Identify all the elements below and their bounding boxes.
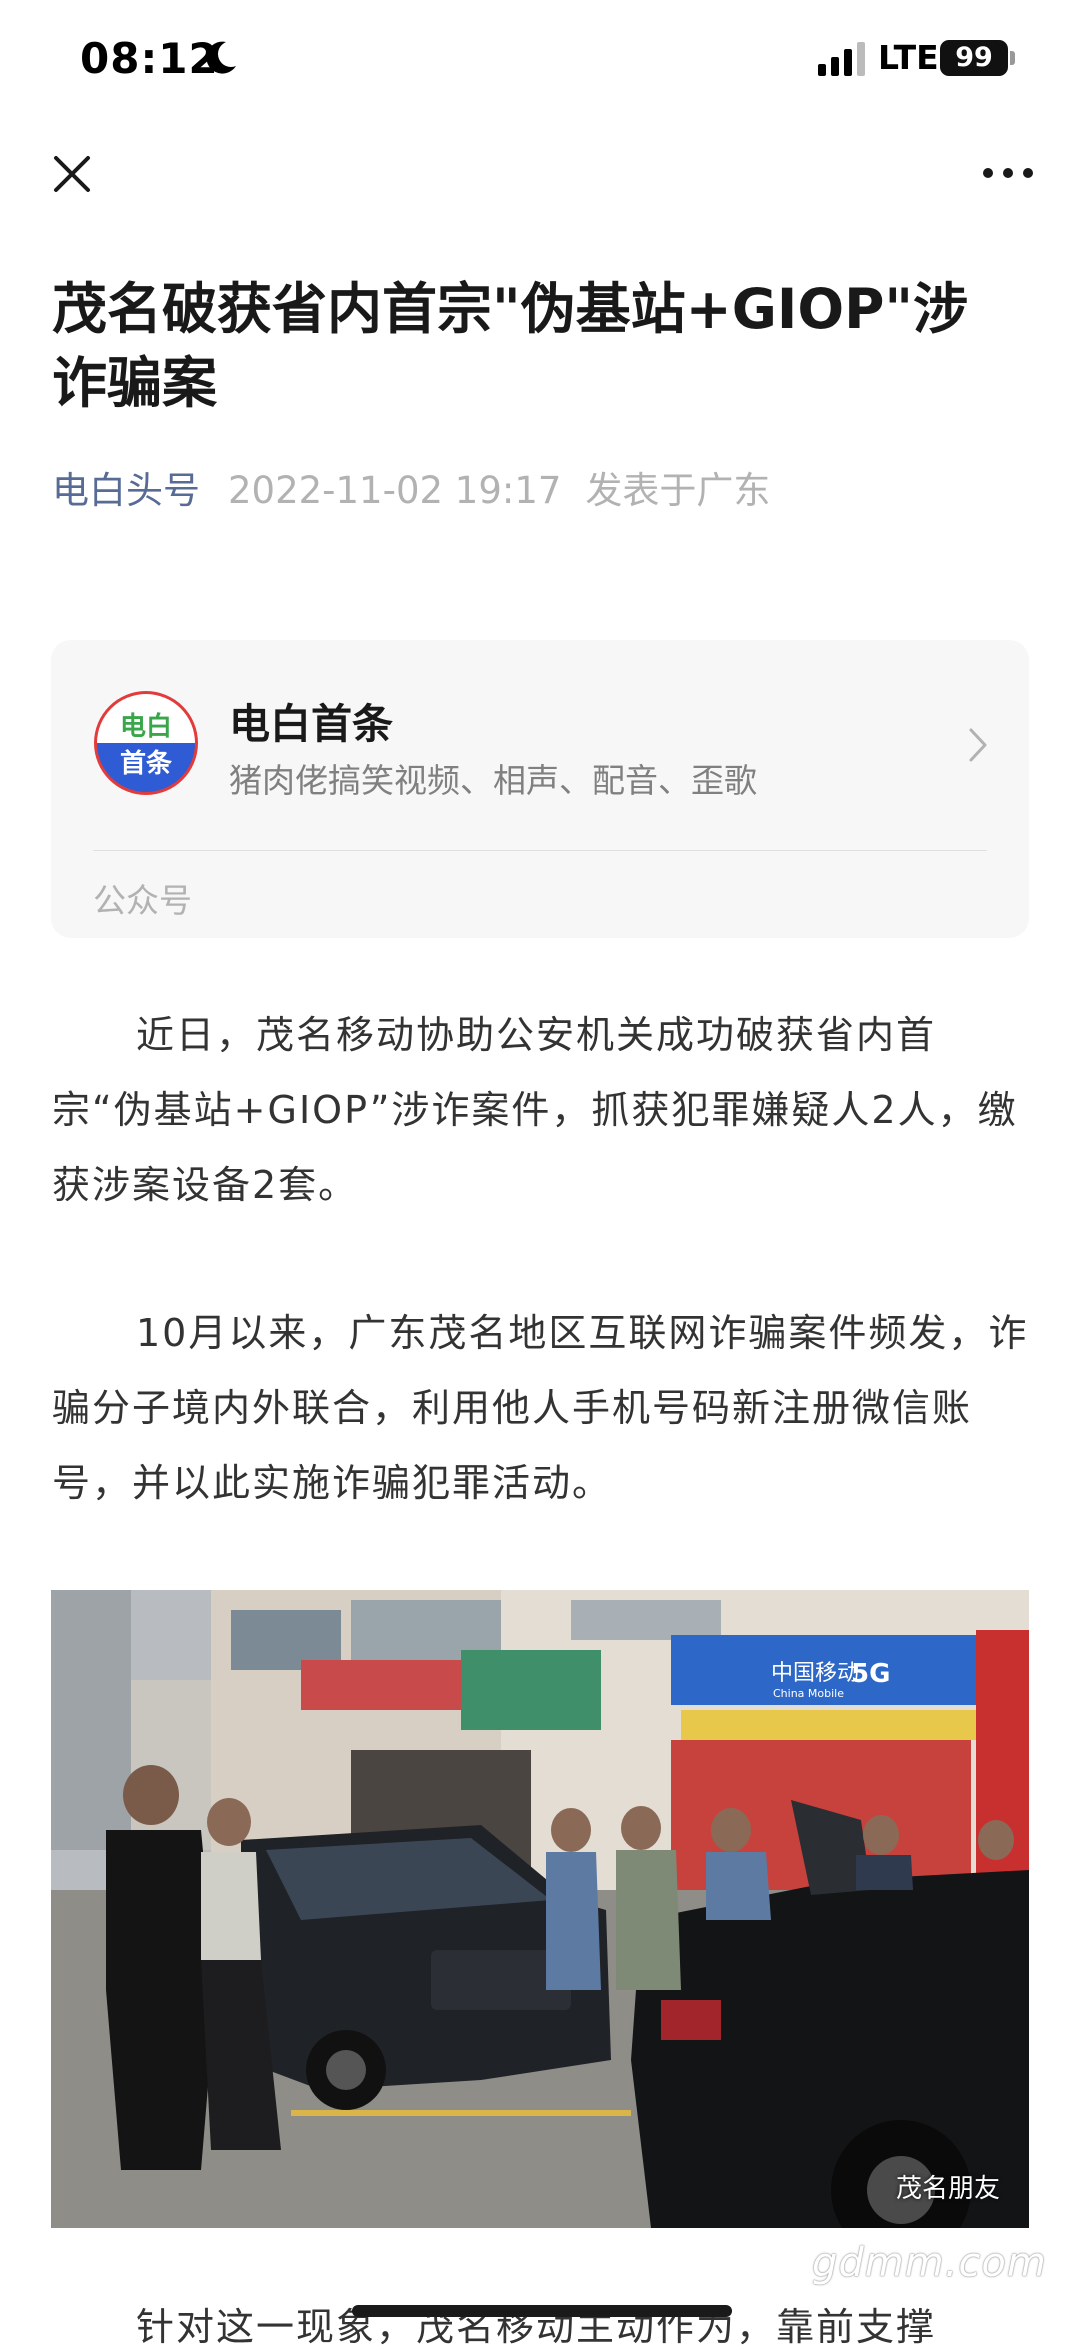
- close-icon[interactable]: [48, 150, 96, 198]
- author-link[interactable]: 电白头号: [52, 469, 200, 512]
- photo-watermark: 茂名朋友: [896, 2174, 1001, 2204]
- signal-icon: [818, 42, 865, 76]
- account-type-label: 公众号: [93, 881, 192, 920]
- battery-icon: 99: [940, 40, 1008, 76]
- logo-text-bottom: 首条: [120, 748, 173, 779]
- chevron-right-icon: [969, 728, 987, 762]
- shop-sign-subtext: China Mobile: [773, 1687, 844, 1700]
- photo-illustration: 中国移动 China Mobile 5G: [51, 1590, 1029, 2228]
- site-watermark: gdmm.com: [812, 2240, 1047, 2286]
- article-photo[interactable]: 中国移动 China Mobile 5G: [51, 1590, 1029, 2228]
- account-name: 电白首条: [229, 700, 393, 748]
- paragraph-1: 近日，茂名移动协助公安机关成功破获省内首宗“伪基站+GIOP”涉诈案件，抓获犯罪…: [52, 1013, 1018, 1207]
- account-card[interactable]: 电白 首条 电白首条 猪肉佬搞笑视频、相声、配音、歪歌 公众号: [51, 640, 1029, 938]
- publish-location: 发表于广东: [585, 469, 771, 512]
- article-meta: 电白头号 2022-11-02 19:17 发表于广东: [52, 466, 770, 516]
- status-time: 08:12: [80, 34, 219, 83]
- more-icon[interactable]: [982, 158, 1034, 188]
- home-indicator[interactable]: [352, 2305, 732, 2317]
- shop-5g-badge: 5G: [851, 1659, 890, 1689]
- paragraph-2: 10月以来，广东茂名地区互联网诈骗案件频发，诈骗分子境内外联合，利用他人手机号码…: [52, 1311, 1029, 1505]
- paragraph-3: 针对这一现象，茂名移动主动作为，靠前支撑: [136, 2305, 937, 2349]
- battery-tip: [1010, 51, 1015, 65]
- moon-icon: [206, 41, 236, 74]
- account-description: 猪肉佬搞笑视频、相声、配音、歪歌: [229, 761, 757, 800]
- publish-date: 2022-11-02 19:17: [228, 469, 562, 512]
- article-title: 茂名破获省内首宗"伪基站+GIOP"涉诈骗案: [52, 277, 969, 415]
- card-divider: [93, 850, 987, 851]
- account-logo: 电白 首条: [94, 691, 198, 795]
- shop-sign-text: 中国移动: [771, 1661, 859, 1686]
- network-type: LTE: [878, 38, 939, 77]
- logo-text-top: 电白: [120, 711, 172, 742]
- status-bar: 08:12 LTE 99: [0, 0, 1080, 120]
